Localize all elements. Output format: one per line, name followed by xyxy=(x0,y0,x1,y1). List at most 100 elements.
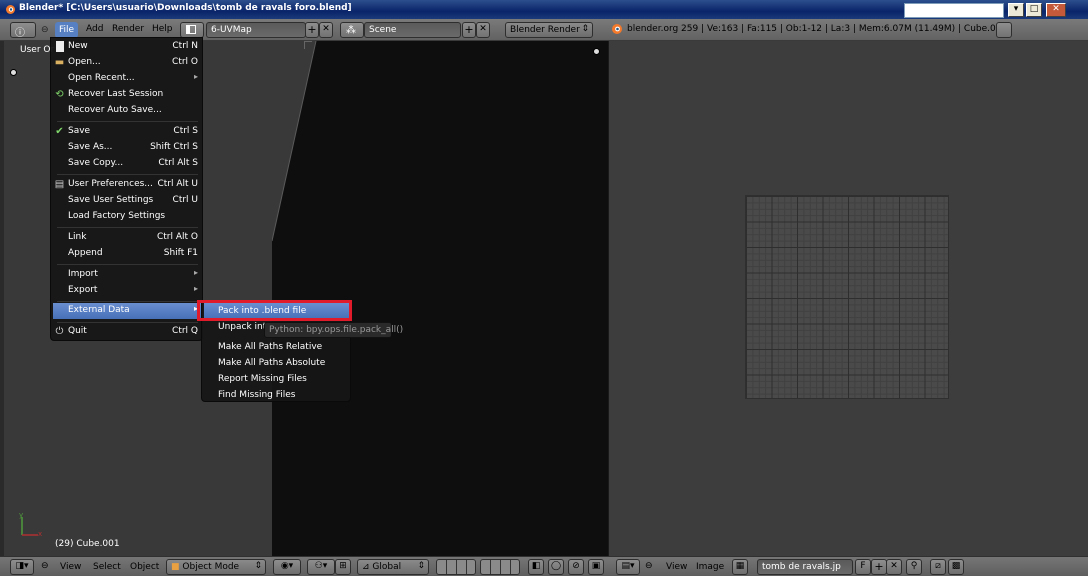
fake-user-button[interactable]: F xyxy=(855,559,871,575)
image-browse-icon[interactable]: ▦ xyxy=(732,559,748,575)
submenu-arrow-icon: ▸ xyxy=(193,284,198,293)
sticky-select-icon[interactable]: ⧄ xyxy=(930,559,946,575)
menu-item-save[interactable]: ✔ Save Ctrl S xyxy=(53,124,202,140)
menu-item-user-preferences[interactable]: ▤ User Preferences... Ctrl Alt U xyxy=(53,177,202,193)
lock-layers-icon[interactable]: ◧ xyxy=(528,559,544,575)
screen-layout-icon[interactable] xyxy=(180,22,204,38)
orientation-icon: ⊿ xyxy=(362,562,370,572)
image-name-field[interactable]: tomb de ravals.jp xyxy=(757,559,853,575)
render-preview-icon[interactable]: ▣ xyxy=(588,559,604,575)
menu-item-find-missing[interactable]: Find Missing Files xyxy=(204,387,350,403)
menu-item-new[interactable]: New Ctrl N xyxy=(53,39,202,55)
unlink-image-button[interactable]: ✕ xyxy=(886,559,902,575)
menu-item-open-recent[interactable]: Open Recent... ▸ xyxy=(53,71,202,87)
menu-item-make-paths-relative[interactable]: Make All Paths Relative xyxy=(204,339,350,355)
resize-grip-icon[interactable] xyxy=(996,22,1012,38)
mode-label: Object Mode xyxy=(182,562,240,572)
menu-item-append[interactable]: Append Shift F1 xyxy=(53,246,202,262)
mode-select[interactable]: ■ Object Mode ⇕ xyxy=(166,559,266,575)
window-title-bar: Blender* [C:\Users\usuario\Downloads\tom… xyxy=(0,0,1088,19)
corner-grip-icon[interactable] xyxy=(304,41,312,49)
menu-item-report-missing[interactable]: Report Missing Files xyxy=(204,371,350,387)
pin-icon[interactable]: ⚲ xyxy=(906,559,922,575)
menu-render[interactable]: Render xyxy=(112,24,144,34)
camera-viewport[interactable] xyxy=(272,41,608,556)
viewport-shading-button[interactable]: ◉▾ xyxy=(273,559,301,575)
collapse-icon[interactable]: ⊖ xyxy=(41,561,49,571)
menu-item-recover-last[interactable]: ⟲ Recover Last Session xyxy=(53,87,202,103)
editor-type-image-button[interactable]: ▤▾ xyxy=(616,559,640,575)
updown-arrow-icon: ⇕ xyxy=(254,561,262,571)
blender-logo-icon xyxy=(6,5,15,14)
scene-icon[interactable]: ⁂ xyxy=(340,22,364,38)
axis-gizmo-icon: y x xyxy=(19,511,42,538)
object-info-label: (29) Cube.001 xyxy=(55,539,120,549)
blender-logo-icon xyxy=(612,24,622,34)
menu-item-save-copy[interactable]: Save Copy... Ctrl Alt S xyxy=(53,156,202,172)
pivot-point-button[interactable]: ⚇▾ xyxy=(307,559,335,575)
menu-image[interactable]: Image xyxy=(696,562,724,572)
expand-icon[interactable] xyxy=(10,69,17,76)
layers-row-2[interactable] xyxy=(480,559,520,575)
menu-item-quit[interactable]: ⏻ Quit Ctrl Q xyxy=(53,324,202,340)
new-image-button[interactable]: + xyxy=(871,559,887,575)
submenu-arrow-icon: ▸ xyxy=(193,268,198,277)
menu-separator xyxy=(57,301,198,302)
layers-row-1[interactable] xyxy=(436,559,476,575)
menu-view-uv[interactable]: View xyxy=(666,562,687,572)
svg-text:x: x xyxy=(38,530,42,538)
bottom-header: ◨▾ ⊖ View Select Object ■ Object Mode ⇕ … xyxy=(0,556,1088,576)
scene-field[interactable]: Scene xyxy=(364,22,461,38)
menu-separator xyxy=(57,174,198,175)
screen-layout-field[interactable]: 6-UVMap xyxy=(206,22,306,38)
menu-file[interactable]: File xyxy=(55,22,79,38)
snap-icon[interactable]: ⊘ xyxy=(568,559,584,575)
menu-item-export[interactable]: Export ▸ xyxy=(53,283,202,299)
manipulator-button[interactable]: ⊞ xyxy=(335,559,351,575)
cube-icon: ■ xyxy=(171,562,180,572)
updown-arrow-icon: ⇕ xyxy=(417,561,425,571)
folder-icon: ▬ xyxy=(54,57,65,68)
add-screen-button[interactable]: + xyxy=(305,22,319,38)
proportional-edit-icon[interactable]: ◯ xyxy=(548,559,564,575)
uv-grid-canvas[interactable] xyxy=(745,195,949,399)
menu-item-save-as[interactable]: Save As... Shift Ctrl S xyxy=(53,140,202,156)
menu-item-make-paths-absolute[interactable]: Make All Paths Absolute xyxy=(204,355,350,371)
orientation-select[interactable]: ⊿ Global ⇕ xyxy=(357,559,429,575)
render-engine-label: Blender Render xyxy=(510,25,580,35)
quit-icon: ⏻ xyxy=(55,326,64,337)
editor-type-3d-button[interactable]: ◨▾ xyxy=(10,559,34,575)
editor-type-button[interactable]: ⓘ xyxy=(10,22,36,39)
menu-item-save-user-settings[interactable]: Save User Settings Ctrl U xyxy=(53,193,202,209)
menu-item-import[interactable]: Import ▸ xyxy=(53,267,202,283)
window-close-button[interactable]: ✕ xyxy=(1046,3,1066,17)
checker-icon[interactable]: ▩ xyxy=(948,559,964,575)
window-search-field[interactable] xyxy=(904,3,1004,18)
recover-icon: ⟲ xyxy=(55,89,64,100)
menu-item-load-factory[interactable]: Load Factory Settings xyxy=(53,209,202,225)
info-icon: ⓘ xyxy=(15,28,25,39)
highlight-annotation-box xyxy=(197,300,352,321)
collapse-icon[interactable]: ⊖ xyxy=(645,561,653,571)
scene-stats: blender.org 259 | Ve:163 | Fa:115 | Ob:1… xyxy=(627,24,1008,34)
svg-text:y: y xyxy=(19,511,23,519)
remove-scene-button[interactable]: ✕ xyxy=(476,22,490,38)
remove-screen-button[interactable]: ✕ xyxy=(319,22,333,38)
updown-arrow-icon: ⇕ xyxy=(581,24,589,34)
menu-item-link[interactable]: Link Ctrl Alt O xyxy=(53,230,202,246)
window-dropdown-button[interactable]: ▾ xyxy=(1008,3,1024,17)
menu-object[interactable]: Object xyxy=(130,562,159,572)
window-maximize-button[interactable]: □ xyxy=(1026,3,1042,17)
expand-icon[interactable] xyxy=(593,48,600,55)
checkmark-icon: ✔ xyxy=(55,126,64,137)
menu-add[interactable]: Add xyxy=(86,24,103,34)
render-engine-select[interactable]: Blender Render ⇕ xyxy=(505,22,593,38)
menu-item-recover-auto[interactable]: Recover Auto Save... xyxy=(53,103,202,119)
add-scene-button[interactable]: + xyxy=(462,22,476,38)
menu-item-external-data[interactable]: External Data ▸ xyxy=(53,303,202,319)
collapse-icon[interactable]: ⊖ xyxy=(41,25,49,35)
menu-item-open[interactable]: ▬ Open... Ctrl O xyxy=(53,55,202,71)
menu-help[interactable]: Help xyxy=(152,24,173,34)
menu-view[interactable]: View xyxy=(60,562,81,572)
menu-select[interactable]: Select xyxy=(93,562,121,572)
